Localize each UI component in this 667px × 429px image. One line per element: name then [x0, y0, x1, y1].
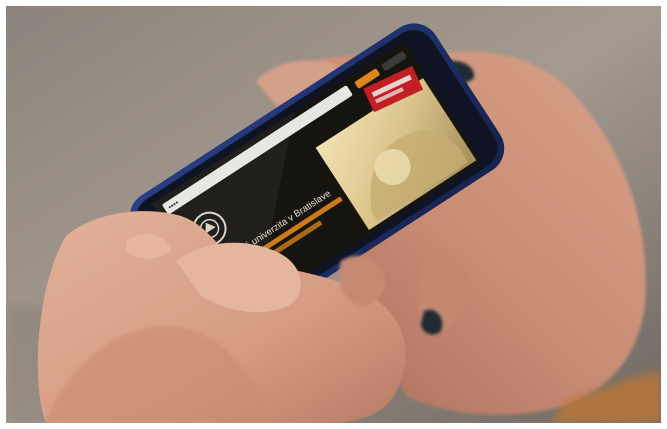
- photo: •••• ...onomická univerzita v Bratislave: [6, 6, 661, 423]
- photo-illustration: •••• ...onomická univerzita v Bratislave: [6, 6, 661, 423]
